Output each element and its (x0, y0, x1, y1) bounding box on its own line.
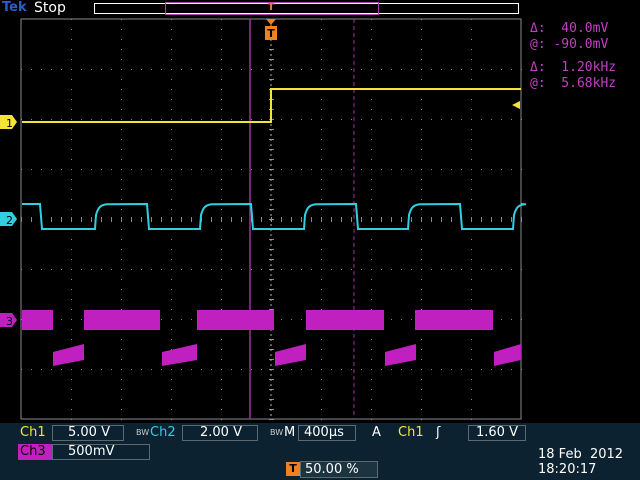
trigger-level-icon[interactable] (512, 101, 520, 109)
cursor-at-voltage: @: -90.0mV (530, 37, 609, 52)
bw-limit-ch1: BW (136, 428, 150, 437)
timebase-label: M (284, 425, 296, 440)
ch2-label[interactable]: Ch2 (150, 425, 176, 440)
trigger-position-icon[interactable]: T (265, 19, 277, 40)
timebase-value[interactable]: 400µs (304, 425, 344, 440)
svg-text:T: T (267, 27, 275, 40)
ch3-low-segment (275, 344, 306, 366)
ch1-marker[interactable]: 1 (0, 115, 17, 130)
ch3-low-segment (53, 344, 84, 366)
ch3-low-segment (162, 344, 197, 366)
ch2-scale[interactable]: 2.00 V (200, 425, 242, 440)
trigger-position-marker-icon: T (286, 462, 300, 476)
ch1-scale[interactable]: 5.00 V (68, 425, 110, 440)
ch2-marker[interactable]: 2 (0, 212, 17, 227)
bw-limit-ch2: BW (270, 428, 284, 437)
ch2-waveform (22, 202, 527, 230)
ch3-waveform (22, 310, 521, 366)
trigger-slope-icon[interactable]: ʃ (436, 425, 440, 440)
cursor-delta-voltage: Δ: 40.0mV (530, 21, 609, 36)
ch3-high-segment (197, 310, 274, 330)
svg-text:3: 3 (6, 315, 13, 328)
ch3-label[interactable]: Ch3 (18, 444, 52, 460)
ch3-low-segment (385, 344, 416, 366)
ch3-high-segment (22, 310, 53, 330)
ch1-label[interactable]: Ch1 (20, 425, 46, 440)
ch3-high-segment (415, 310, 493, 330)
cursor-delta-frequency: Δ: 1.20kHz (530, 60, 617, 75)
ch3-low-segment (494, 344, 521, 366)
cursor-at-frequency: @: 5.68kHz (530, 76, 617, 91)
date: 18 Feb 2012 (538, 447, 624, 462)
ch3-scale[interactable]: 500mV (68, 444, 114, 459)
trigger-mode[interactable]: A (372, 425, 381, 440)
ch1-waveform (22, 88, 521, 123)
trigger-position-value[interactable]: 50.00 % (300, 461, 378, 478)
ch3-high-segment (84, 310, 160, 330)
time: 18:20:17 (538, 462, 597, 477)
svg-text:2: 2 (6, 214, 13, 227)
trigger-level[interactable]: 1.60 V (476, 425, 518, 440)
ch3-marker[interactable]: 3 (0, 313, 17, 328)
svg-text:1: 1 (6, 117, 13, 130)
ch3-high-segment (306, 310, 384, 330)
trigger-source[interactable]: Ch1 (398, 425, 424, 440)
